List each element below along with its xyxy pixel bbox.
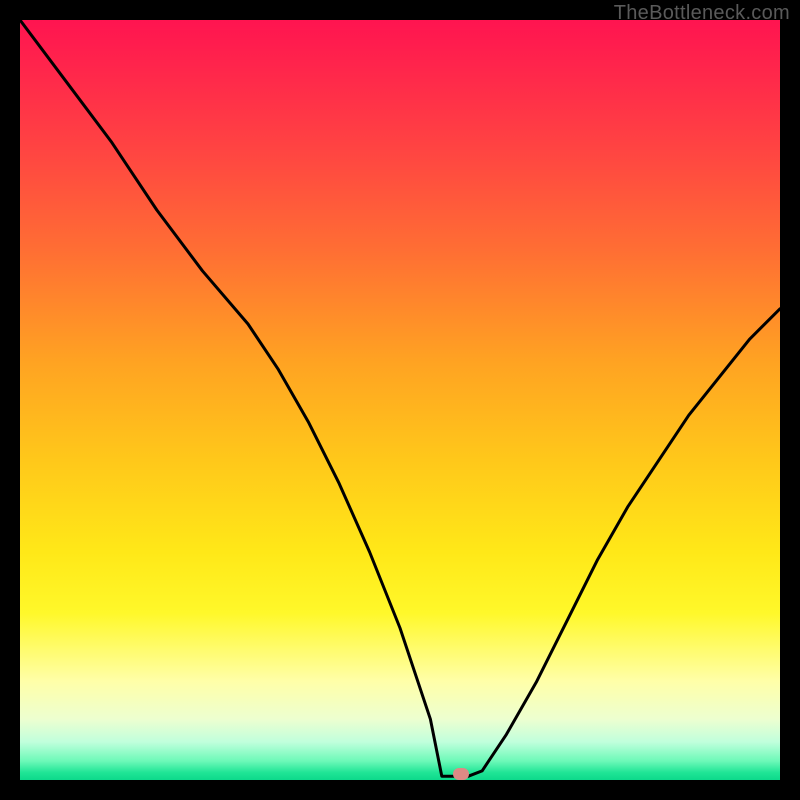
optimal-point-marker	[453, 768, 469, 780]
gradient-background	[20, 20, 780, 780]
chart-frame: TheBottleneck.com	[0, 0, 800, 800]
plot-area	[20, 20, 780, 780]
